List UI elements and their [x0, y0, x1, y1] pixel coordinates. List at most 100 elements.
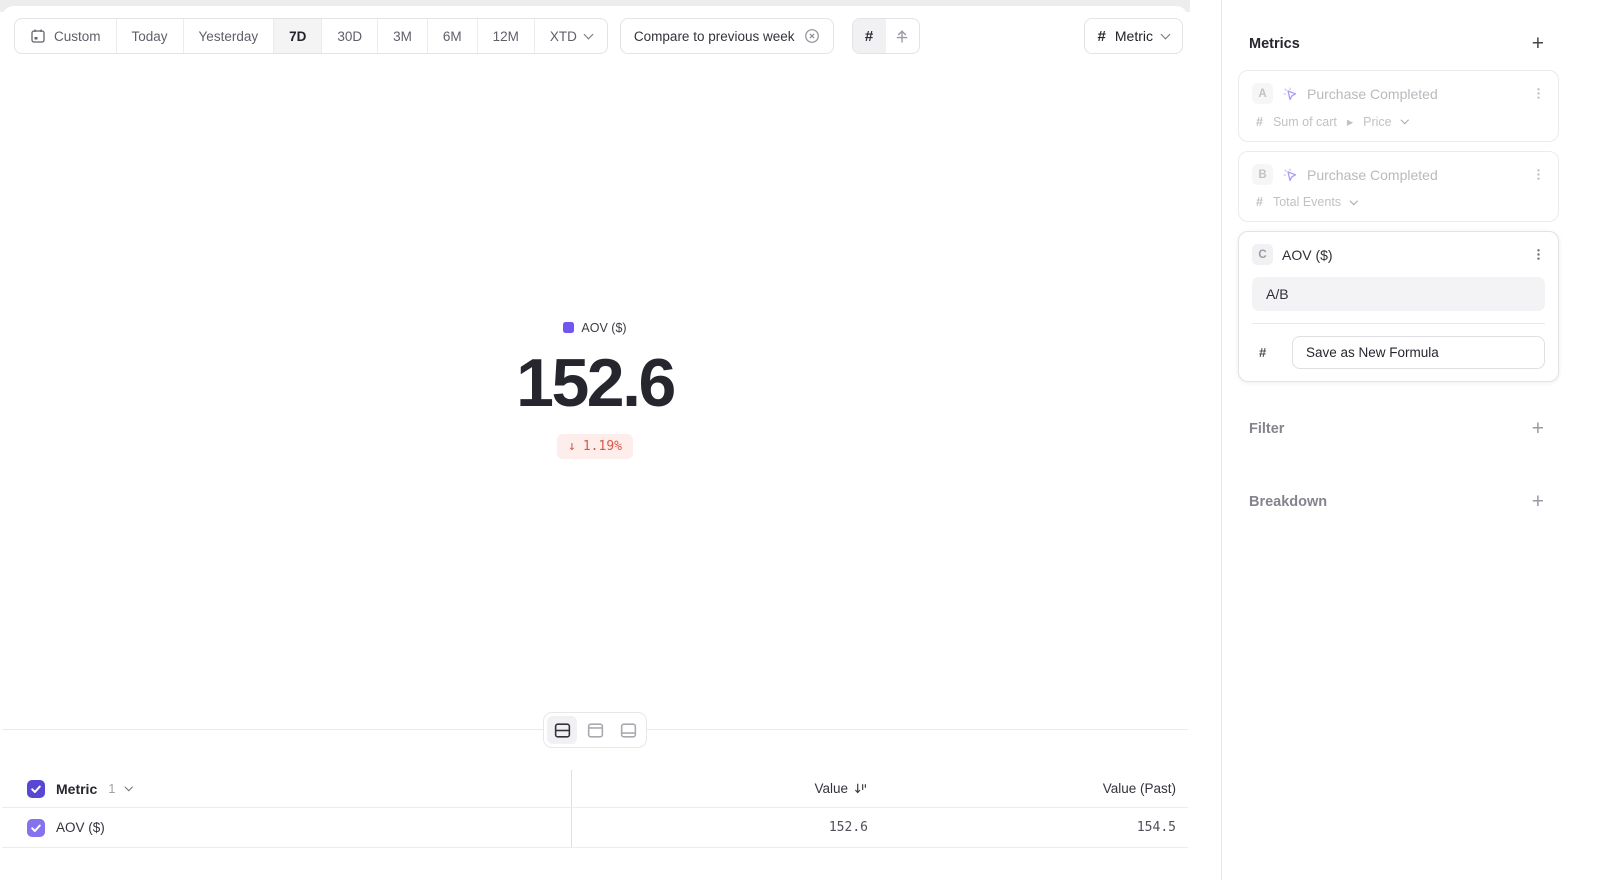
formula-name: AOV ($) [1282, 247, 1333, 263]
sort-descending-icon [853, 781, 868, 796]
event-icon [1282, 167, 1298, 183]
formula-input[interactable]: A/B [1252, 277, 1545, 311]
row-value-cell: 152.6 [572, 820, 868, 835]
row-past-value: 154.5 [1137, 820, 1176, 835]
add-breakdown-button[interactable]: + [1532, 495, 1544, 509]
insights-report: Custom Today Yesterday 7D 30D 3M 6M 12M … [0, 0, 1600, 880]
metric-column-label: Metric [56, 781, 97, 797]
separator-triangle-icon: ▸ [1347, 114, 1353, 129]
kebab-menu-icon[interactable] [1532, 247, 1545, 262]
metric-header-cell: Metric 1 [2, 770, 572, 807]
event-icon [1282, 86, 1298, 102]
row-metric-name: AOV ($) [56, 820, 105, 835]
filter-section-header: Filter + [1222, 419, 1600, 439]
chevron-down-icon [1350, 197, 1358, 205]
range-6m[interactable]: 6M [428, 19, 478, 53]
formula-text: A/B [1266, 286, 1289, 302]
row-name-cell: AOV ($) [2, 808, 572, 847]
big-number-value: 152.6 [2, 348, 1188, 419]
hash-icon: # [1098, 28, 1106, 45]
aggregation-label: Total Events [1273, 195, 1341, 209]
hash-icon: # [1252, 345, 1292, 360]
metric-badge-b: B [1252, 164, 1273, 185]
chart-layout-toggle[interactable] [580, 716, 610, 744]
range-3m[interactable]: 3M [378, 19, 428, 53]
arrow-up-bar-icon [894, 28, 910, 44]
calendar-icon [30, 28, 46, 44]
table-layout-toggle[interactable] [613, 716, 643, 744]
delta-badge: ↓ 1.19% [557, 434, 633, 459]
past-column-label: Value (Past) [1103, 781, 1176, 796]
range-30d[interactable]: 30D [322, 19, 378, 53]
row-checkbox[interactable] [27, 819, 45, 837]
aggregation-selector[interactable]: # Sum of cart ▸ Price [1252, 114, 1545, 129]
top-panel-icon [586, 721, 605, 740]
metric-legend: AOV ($) [563, 321, 626, 335]
report-canvas: Custom Today Yesterday 7D 30D 3M 6M 12M … [2, 6, 1188, 880]
remove-compare-icon[interactable] [804, 28, 820, 44]
card-divider [1252, 323, 1545, 324]
breakdown-title: Breakdown [1249, 494, 1327, 510]
metric-cards: A Purchase Completed [1238, 70, 1559, 382]
legend-label: AOV ($) [581, 321, 626, 335]
add-metric-button[interactable]: + [1532, 37, 1544, 51]
hash-icon: # [865, 28, 873, 45]
kebab-menu-icon[interactable] [1532, 167, 1545, 182]
range-12m[interactable]: 12M [478, 19, 535, 53]
range-label: Custom [54, 29, 101, 44]
row-past-value-cell: 154.5 [868, 820, 1188, 835]
legend-color-swatch [563, 322, 574, 333]
past-value-header-cell[interactable]: Value (Past) [868, 781, 1188, 796]
chevron-down-icon [1401, 116, 1409, 124]
metric-event-name: Purchase Completed [1307, 167, 1438, 183]
date-range-group: Custom Today Yesterday 7D 30D 3M 6M 12M … [14, 18, 608, 54]
big-number-panel: AOV ($) 152.6 ↓ 1.19% [2, 320, 1188, 459]
main-area: Custom Today Yesterday 7D 30D 3M 6M 12M … [0, 0, 1221, 880]
compare-chip[interactable]: Compare to previous week [620, 18, 834, 54]
metrics-title: Metrics [1249, 36, 1300, 52]
range-7d[interactable]: 7D [274, 19, 322, 53]
chevron-down-icon [1161, 29, 1171, 39]
range-yesterday[interactable]: Yesterday [184, 19, 275, 53]
range-today[interactable]: Today [117, 19, 184, 53]
filter-title: Filter [1249, 421, 1284, 437]
value-header-cell[interactable]: Value [572, 781, 868, 796]
down-arrow-icon: ↓ [568, 439, 576, 454]
aggregation-label: Sum of cart [1273, 115, 1337, 129]
kebab-menu-icon[interactable] [1532, 86, 1545, 101]
add-filter-button[interactable]: + [1532, 422, 1544, 436]
metric-button-label: Metric [1115, 28, 1153, 44]
row-value: 152.6 [829, 820, 868, 835]
chevron-down-icon[interactable] [125, 783, 133, 791]
breakdown-section-header: Breakdown + [1222, 492, 1600, 512]
range-xtd[interactable]: XTD [535, 19, 607, 53]
metrics-section-header: Metrics + [1222, 34, 1600, 54]
metric-badge-a: A [1252, 83, 1273, 104]
toolbar: Custom Today Yesterday 7D 30D 3M 6M 12M … [14, 18, 1186, 54]
formula-card-c: C AOV ($) A/B # Save as New Formula [1238, 231, 1559, 382]
chevron-down-icon [583, 29, 593, 39]
save-as-new-formula-button[interactable]: Save as New Formula [1292, 336, 1545, 369]
metric-card-b: B Purchase Completed [1238, 151, 1559, 222]
delta-value: 1.19% [583, 439, 622, 454]
value-display-segmented-control: # [852, 18, 920, 54]
number-view-toggle[interactable]: # [853, 19, 886, 53]
aggregation-selector[interactable]: # Total Events [1252, 195, 1545, 209]
range-custom[interactable]: Custom [15, 19, 117, 53]
value-column-label: Value [814, 781, 848, 796]
save-button-label: Save as New Formula [1306, 345, 1439, 360]
property-label: Price [1363, 115, 1391, 129]
metric-card-a: A Purchase Completed [1238, 70, 1559, 142]
compare-chip-label: Compare to previous week [634, 29, 795, 44]
trend-view-toggle[interactable] [886, 19, 919, 53]
hash-icon: # [1256, 195, 1263, 209]
select-all-checkbox[interactable] [27, 780, 45, 798]
bottom-panel-icon [619, 721, 638, 740]
table-header-row: Metric 1 Value Va [2, 770, 1188, 808]
metric-event-name: Purchase Completed [1307, 86, 1438, 102]
split-layout-toggle[interactable] [547, 716, 577, 744]
split-layout-icon [553, 721, 572, 740]
metric-dropdown-button[interactable]: # Metric [1084, 18, 1183, 54]
metric-count: 1 [108, 781, 115, 796]
table-row: AOV ($) 152.6 154.5 [2, 808, 1188, 848]
